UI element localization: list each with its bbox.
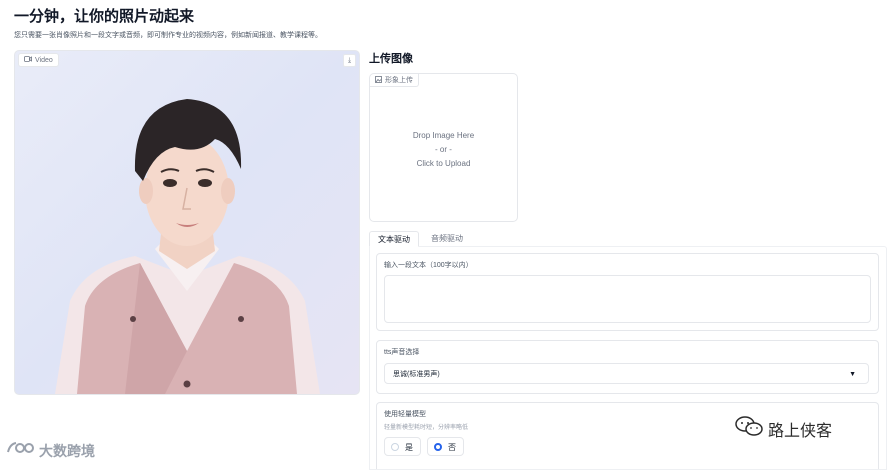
radio-option-no-label: 否 — [448, 443, 456, 452]
page-title: 一分钟，让你的照片动起来 — [14, 8, 195, 25]
driver-tabs: 文本驱动 音频驱动 — [369, 231, 885, 247]
light-model-hint: 轻量新模型耗时短，分辨率略低 — [384, 425, 469, 431]
radio-unchecked-icon — [391, 443, 399, 451]
tts-voice-select[interactable]: 思诚(标准男声) ▼ — [384, 363, 869, 384]
radio-option-no[interactable]: 否 — [427, 437, 464, 456]
image-icon — [375, 75, 382, 85]
upload-label-text: 形象上传 — [385, 77, 413, 84]
tts-selected-value: 思诚(标准男声) — [393, 371, 440, 378]
watermark-left-text: 大数跨境 — [39, 442, 95, 459]
drop-line-1: Drop Image Here — [412, 131, 475, 140]
watermark-left: 大数跨境 — [6, 440, 95, 461]
video-panel[interactable]: Video ⤓ — [14, 50, 360, 395]
radio-option-yes[interactable]: 是 — [384, 437, 421, 456]
drop-line-3: Click to Upload — [416, 159, 471, 168]
tab-text-driver[interactable]: 文本驱动 — [369, 231, 419, 247]
chevron-down-icon: ▼ — [849, 371, 856, 378]
text-input-field[interactable] — [384, 275, 871, 323]
watermark-logo-icon — [6, 440, 36, 461]
portrait-video-frame — [55, 99, 320, 394]
page-subtitle: 您只需要一张肖像照片和一段文字或音频，即可制作专业的视频内容，例如新闻报道、教学… — [14, 32, 322, 39]
upload-label: 形象上传 — [370, 74, 419, 87]
video-label: Video — [18, 53, 59, 67]
text-input-label: 输入一段文本（100字以内） — [384, 262, 473, 269]
wechat-icon — [734, 415, 764, 442]
upload-title: 上传图像 — [369, 53, 413, 65]
download-icon[interactable]: ⤓ — [343, 54, 356, 67]
tts-label: tts声音选择 — [384, 349, 420, 356]
tab-audio-driver[interactable]: 音频驱动 — [423, 231, 471, 245]
radio-checked-icon — [434, 443, 442, 451]
image-upload-dropzone[interactable]: 形象上传 Drop Image Here - or - Click to Upl… — [369, 73, 518, 222]
watermark-right: 路上侠客 — [734, 415, 832, 442]
video-camera-icon — [24, 56, 32, 64]
tts-card: tts声音选择 思诚(标准男声) ▼ — [376, 340, 879, 394]
watermark-right-text: 路上侠客 — [768, 422, 833, 440]
radio-option-yes-label: 是 — [405, 443, 413, 452]
drop-line-2: - or - — [435, 145, 452, 154]
text-input-card: 输入一段文本（100字以内） — [376, 253, 879, 331]
light-model-label: 使用轻量模型 — [384, 411, 426, 418]
video-label-text: Video — [35, 56, 53, 64]
drop-instructions: Drop Image Here - or - Click to Upload — [370, 129, 517, 171]
